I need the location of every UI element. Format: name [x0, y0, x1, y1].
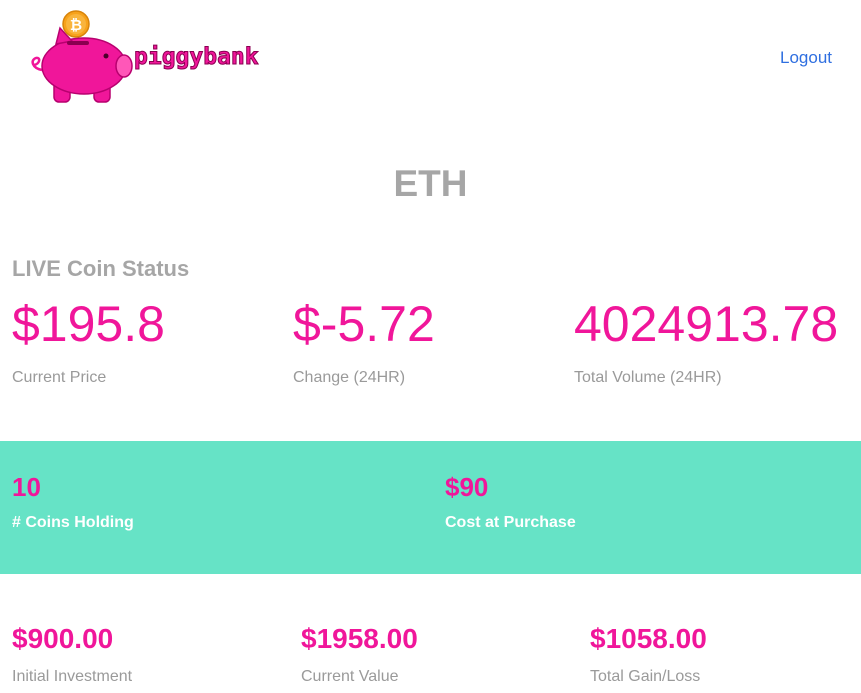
total-volume-stat: 4024913.78 Total Volume (24HR) — [574, 299, 838, 387]
coins-holding-value: 10 — [12, 472, 41, 502]
total-gain-loss-label: Total Gain/Loss — [590, 668, 701, 685]
coins-holding-stat: 10 # Coins Holding — [12, 474, 134, 532]
change-24hr-value: $-5.72 — [293, 296, 435, 352]
current-value-stat: $1958.00 Current Value — [301, 625, 418, 686]
cost-at-purchase-stat: $90 Cost at Purchase — [445, 474, 576, 532]
change-24hr-stat: $-5.72 Change (24HR) — [293, 299, 435, 387]
change-24hr-label: Change (24HR) — [293, 369, 406, 386]
current-price-label: Current Price — [12, 369, 107, 386]
page: ₿ piggybank Logout ETH LIVE Coin Status … — [0, 0, 861, 693]
initial-investment-value: $900.00 — [12, 623, 114, 654]
current-price-value: $195.8 — [12, 296, 165, 352]
bitcoin-icon: ₿ — [70, 17, 82, 34]
coins-holding-label: # Coins Holding — [12, 514, 134, 531]
coin-symbol-title: ETH — [393, 163, 468, 204]
piggy-bank-icon: ₿ piggybank — [31, 10, 259, 103]
cost-at-purchase-label: Cost at Purchase — [445, 514, 576, 531]
logout-link[interactable]: Logout — [780, 48, 832, 68]
current-value-label: Current Value — [301, 668, 399, 685]
initial-investment-stat: $900.00 Initial Investment — [12, 625, 132, 686]
initial-investment-label: Initial Investment — [12, 668, 133, 685]
current-value-value: $1958.00 — [301, 623, 418, 654]
total-gain-loss-stat: $1058.00 Total Gain/Loss — [590, 625, 707, 686]
cost-at-purchase-value: $90 — [445, 472, 489, 502]
total-volume-value: 4024913.78 — [574, 296, 839, 352]
piggybank-logo[interactable]: ₿ piggybank — [24, 8, 274, 108]
live-status-heading: LIVE Coin Status — [12, 256, 190, 281]
total-gain-loss-value: $1058.00 — [590, 623, 707, 654]
current-price-stat: $195.8 Current Price — [12, 299, 165, 387]
brand-wordmark: piggybank — [134, 44, 259, 70]
holdings-band: 10 # Coins Holding $90 Cost at Purchase — [0, 441, 861, 574]
total-volume-label: Total Volume (24HR) — [574, 369, 722, 386]
